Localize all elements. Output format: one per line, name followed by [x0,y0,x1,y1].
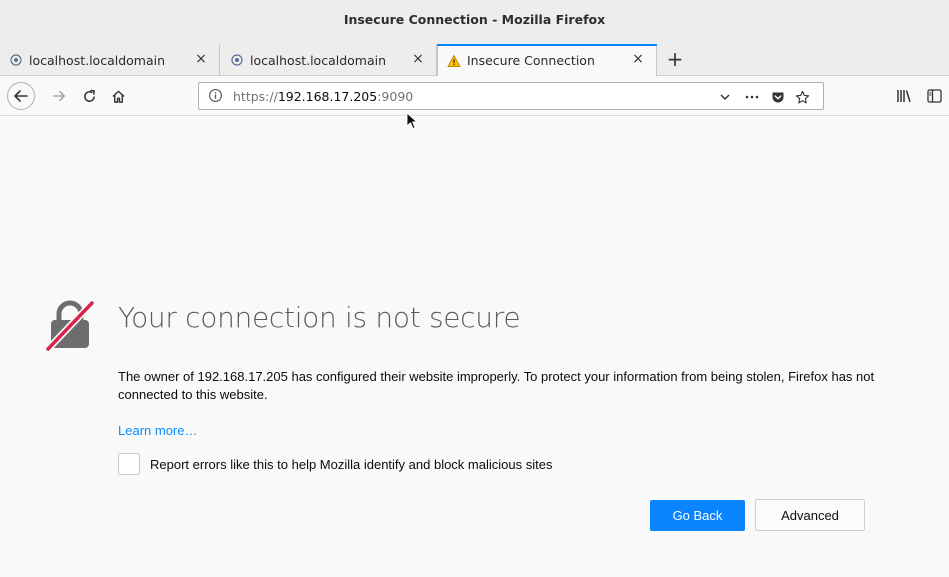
tab-insecure-connection[interactable]: Insecure Connection × [437,44,657,77]
window-titlebar: Insecure Connection - Mozilla Firefox [0,0,949,44]
page-actions-icon[interactable] [745,91,759,103]
window-title: Insecure Connection - Mozilla Firefox [343,12,606,27]
home-button[interactable] [106,84,130,108]
sidebar-button[interactable] [922,84,946,108]
cockpit-favicon-icon [9,53,23,67]
cockpit-favicon-icon [230,53,244,67]
report-errors-checkbox[interactable] [118,453,140,475]
go-back-button[interactable]: Go Back [650,500,745,531]
mouse-cursor-icon [406,112,418,129]
forward-arrow-icon [53,90,65,102]
tab-label: localhost.localdomain [250,52,387,68]
new-tab-button[interactable]: + [664,48,686,70]
site-info-icon[interactable] [208,88,224,104]
nav-toolbar: https://192.168.17.205:9090 [0,76,949,116]
reload-icon [83,89,95,102]
tab-localhost-2[interactable]: localhost.localdomain × [221,44,437,76]
reload-button[interactable] [77,84,101,108]
library-icon [897,90,911,103]
url-scheme: https:// [233,89,278,104]
error-description: The owner of 192.168.17.205 has configur… [118,369,875,402]
tab-label: Insecure Connection [467,53,595,68]
sidebar-icon [926,89,942,103]
error-title: Your connection is not secure [118,301,521,334]
back-arrow-icon [14,90,28,102]
library-button[interactable] [892,84,916,108]
tab-label: localhost.localdomain [29,52,166,68]
warning-triangle-icon [447,54,461,68]
home-icon [111,90,125,103]
bookmark-star-icon[interactable] [795,90,810,105]
advanced-button[interactable]: Advanced [755,499,865,531]
back-button[interactable] [7,82,35,110]
chevron-down-icon[interactable] [719,91,731,103]
forward-button[interactable] [47,84,71,108]
url-actions [719,89,810,105]
url-host: 192.168.17.205 [277,89,378,104]
pocket-icon[interactable] [771,91,785,104]
tab-strip: localhost.localdomain × localhost.locald… [0,44,949,77]
tab-close-icon[interactable]: × [410,51,426,67]
tab-localhost-1[interactable]: localhost.localdomain × [0,44,220,76]
url-port: :9090 [377,89,414,104]
tab-close-icon[interactable]: × [193,51,209,67]
report-errors-label[interactable]: Report errors like this to help Mozilla … [150,457,552,472]
url-text: https://192.168.17.205:9090 [233,89,413,104]
url-bar[interactable]: https://192.168.17.205:9090 [198,82,824,110]
learn-more-link[interactable]: Learn more… [118,423,197,438]
tab-close-icon[interactable]: × [630,51,646,67]
broken-lock-icon [44,299,96,352]
